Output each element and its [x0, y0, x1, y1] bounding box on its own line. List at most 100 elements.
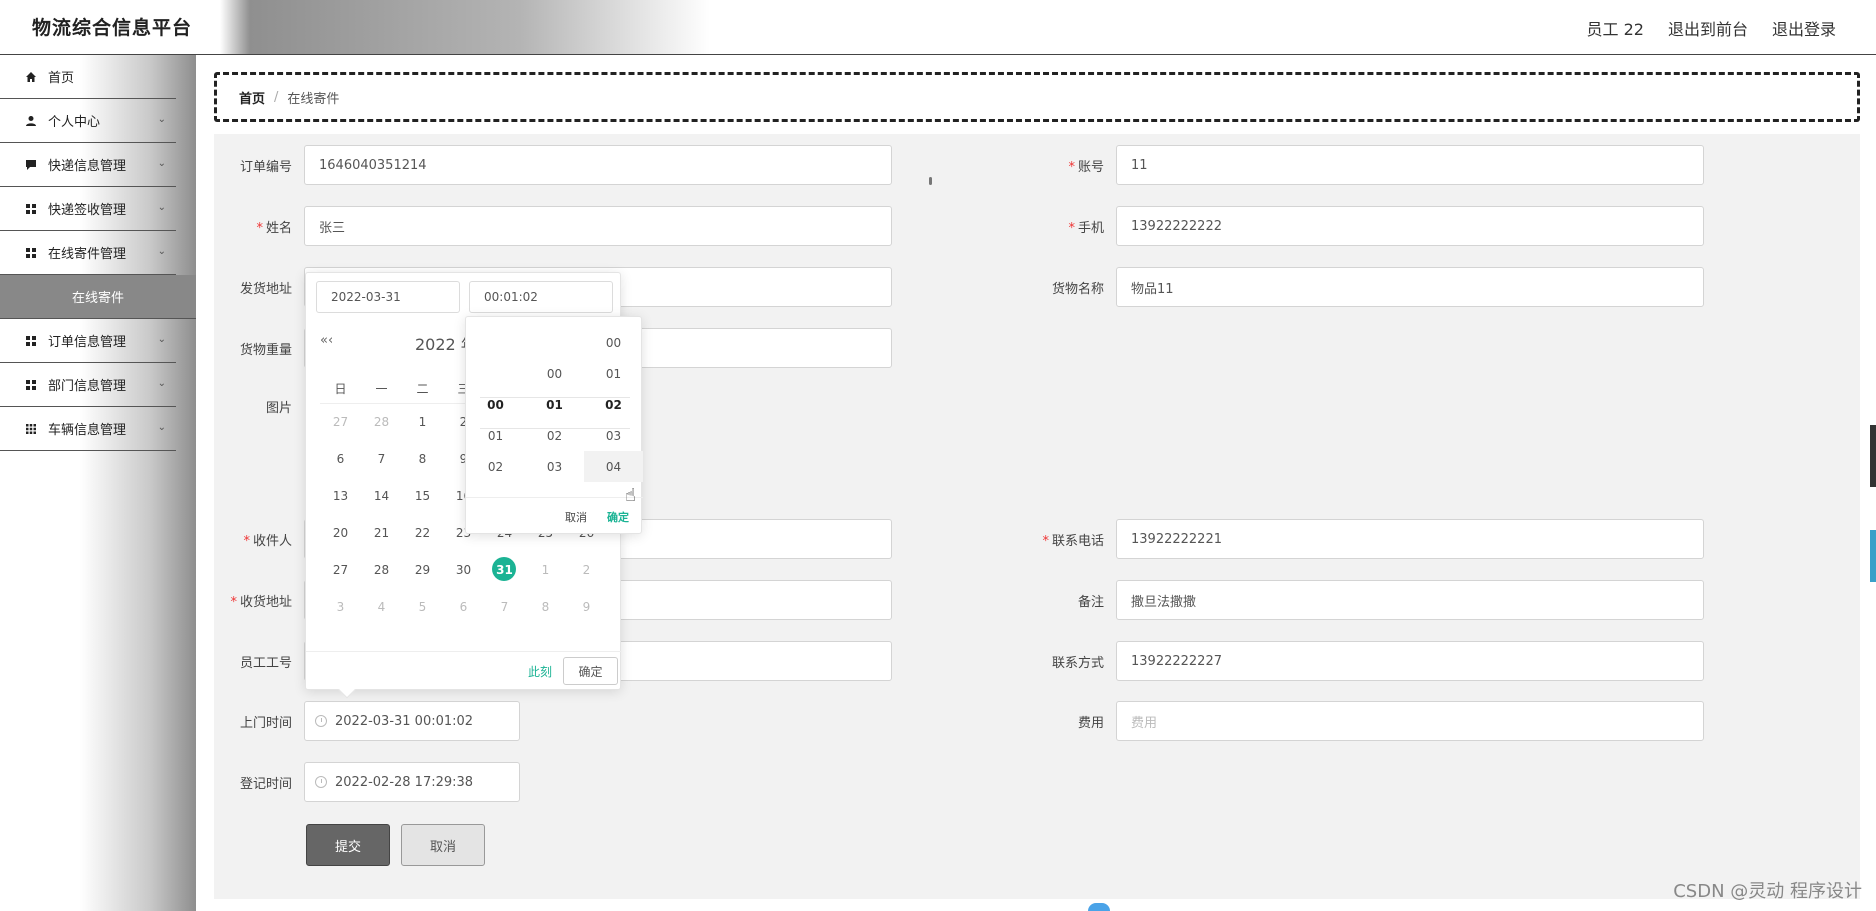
calendar-day[interactable]: 4 — [361, 588, 402, 625]
calendar-day[interactable]: 6 — [443, 588, 484, 625]
hour-option[interactable]: 01 — [466, 420, 525, 451]
minute-option-selected[interactable]: 01 — [525, 389, 584, 420]
chevron-down-icon: ⌄ — [157, 422, 166, 433]
sidebar-item-label: 快递签收管理 — [48, 203, 127, 218]
calendar-day[interactable]: 28 — [361, 551, 402, 588]
remark-input[interactable]: 撒旦法撒撒 — [1116, 580, 1704, 620]
picker-ok-button[interactable]: 确定 — [563, 657, 618, 685]
sidebar-item-online-send[interactable]: 在线寄件管理 ⌄ — [0, 231, 176, 275]
scrollbar-thumb[interactable] — [1870, 425, 1876, 487]
sidebar-item-express-info[interactable]: 快递信息管理 ⌄ — [0, 143, 176, 187]
calendar-day[interactable]: 8 — [402, 440, 443, 477]
order-no-input[interactable]: 1646040351214 — [304, 145, 892, 185]
picker-date-input[interactable]: 2022-03-31 — [316, 281, 460, 313]
calendar-day[interactable]: 30 — [443, 551, 484, 588]
calendar-day[interactable]: 3 — [320, 588, 361, 625]
sidebar-subitem-online-send[interactable]: 在线寄件 — [0, 275, 196, 319]
calendar-day[interactable]: 2 — [566, 551, 607, 588]
minutes-column[interactable]: 00 01 02 03 — [525, 327, 584, 497]
calendar-day[interactable]: 8 — [525, 588, 566, 625]
picker-time-input[interactable]: 00:01:02 — [469, 281, 613, 313]
field-contact: 联系方式 13922222227 — [1036, 641, 1704, 681]
back-to-frontend-link[interactable]: 退出到前台 — [1668, 16, 1748, 40]
sidebar-item-label: 订单信息管理 — [48, 335, 127, 350]
account-input[interactable]: 11 — [1116, 145, 1704, 185]
sidebar-item-label: 快递信息管理 — [48, 159, 127, 174]
contact-input[interactable]: 13922222227 — [1116, 641, 1704, 681]
hour-option[interactable]: 02 — [466, 451, 525, 482]
sidebar-item-home[interactable]: 首页 — [0, 55, 176, 99]
contact-phone-input[interactable]: 13922222221 — [1116, 519, 1704, 559]
picker-now-button[interactable]: 此刻 — [528, 663, 552, 680]
prev-nav-icon[interactable]: «‹ — [320, 333, 333, 348]
hours-column[interactable]: 00 01 02 — [466, 327, 525, 497]
side-indicator — [1870, 530, 1876, 582]
time-cancel-button[interactable]: 取消 — [565, 509, 587, 525]
breadcrumb-home[interactable]: 首页 — [239, 88, 265, 107]
calendar-day[interactable]: 28 — [361, 403, 402, 440]
calendar-day[interactable]: 27 — [320, 551, 361, 588]
minute-option[interactable]: 02 — [525, 420, 584, 451]
label-reg-time: 登记时间 — [239, 776, 292, 792]
name-input[interactable]: 张三 — [304, 206, 892, 246]
submit-button[interactable]: 提交 — [306, 824, 390, 866]
chevron-down-icon: ⌄ — [157, 378, 166, 389]
selection-line-bottom — [480, 428, 630, 429]
sidebar-item-order-info[interactable]: 订单信息管理 ⌄ — [0, 319, 176, 363]
app-title: 物流综合信息平台 — [32, 17, 193, 39]
weekday: 一 — [375, 381, 388, 396]
calendar-day[interactable]: 9 — [566, 588, 607, 625]
selection-line-top — [480, 397, 630, 398]
hour-option[interactable] — [466, 358, 525, 389]
logout-link[interactable]: 退出登录 — [1772, 16, 1836, 40]
calendar-day[interactable]: 21 — [361, 514, 402, 551]
sidebar-item-vehicle[interactable]: 车辆信息管理 ⌄ — [0, 407, 176, 451]
field-reg-time: 登记时间 2022-02-28 17:29:38 — [224, 762, 520, 802]
user-icon — [24, 114, 38, 128]
bottom-indicator — [1088, 903, 1110, 911]
calendar-day[interactable]: 7 — [361, 440, 402, 477]
field-name: * 姓名 张三 — [224, 206, 892, 246]
calendar-day[interactable]: 20 — [320, 514, 361, 551]
minute-option[interactable] — [525, 327, 584, 358]
sidebar-item-personal[interactable]: 个人中心 ⌄ — [0, 99, 176, 143]
reg-time-value: 2022-02-28 17:29:38 — [335, 774, 474, 790]
breadcrumb: 首页 / 在线寄件 — [214, 72, 1860, 122]
calendar-day[interactable]: 7 — [484, 588, 525, 625]
label-ship-addr: 发货地址 — [239, 281, 292, 297]
cancel-button[interactable]: 取消 — [401, 824, 485, 866]
visit-time-input[interactable]: 2022-03-31 00:01:02 — [304, 701, 520, 741]
seconds-column[interactable]: 00 01 02 03 04 — [584, 327, 643, 497]
second-option[interactable]: 03 — [584, 420, 643, 451]
label-name: * 姓名 — [256, 220, 292, 236]
goods-name-input[interactable]: 物品11 — [1116, 267, 1704, 307]
time-spinner-columns: 00 01 02 00 01 02 03 00 01 02 03 04 — [466, 327, 643, 497]
minute-option[interactable]: 00 — [525, 358, 584, 389]
calendar-day[interactable]: 22 — [402, 514, 443, 551]
phone-input[interactable]: 13922222222 — [1116, 206, 1704, 246]
calendar-day[interactable]: 5 — [402, 588, 443, 625]
second-option-selected[interactable]: 02 — [584, 389, 643, 420]
sidebar-item-department[interactable]: 部门信息管理 ⌄ — [0, 363, 176, 407]
fee-input[interactable]: 费用 — [1116, 701, 1704, 741]
second-option[interactable]: 04 — [584, 451, 643, 482]
reg-time-input[interactable]: 2022-02-28 17:29:38 — [304, 762, 520, 802]
calendar-day[interactable]: 14 — [361, 477, 402, 514]
hour-option[interactable] — [466, 327, 525, 358]
calendar-day[interactable]: 29 — [402, 551, 443, 588]
clock-icon — [315, 715, 327, 727]
sidebar-item-express-sign[interactable]: 快递签收管理 ⌄ — [0, 187, 176, 231]
calendar-day[interactable]: 13 — [320, 477, 361, 514]
second-option[interactable]: 00 — [584, 327, 643, 358]
second-option[interactable]: 01 — [584, 358, 643, 389]
calendar-day[interactable]: 27 — [320, 403, 361, 440]
calendar-day[interactable]: 15 — [402, 477, 443, 514]
hour-option-selected[interactable]: 00 — [466, 389, 525, 420]
time-ok-button[interactable]: 确定 — [607, 509, 629, 525]
calendar-day-selected[interactable]: 31 — [484, 551, 525, 588]
minute-option[interactable]: 03 — [525, 451, 584, 482]
calendar-day[interactable]: 1 — [525, 551, 566, 588]
calendar-day[interactable]: 6 — [320, 440, 361, 477]
calendar-day[interactable]: 1 — [402, 403, 443, 440]
user-name-link[interactable]: 员工 22 — [1587, 16, 1644, 40]
